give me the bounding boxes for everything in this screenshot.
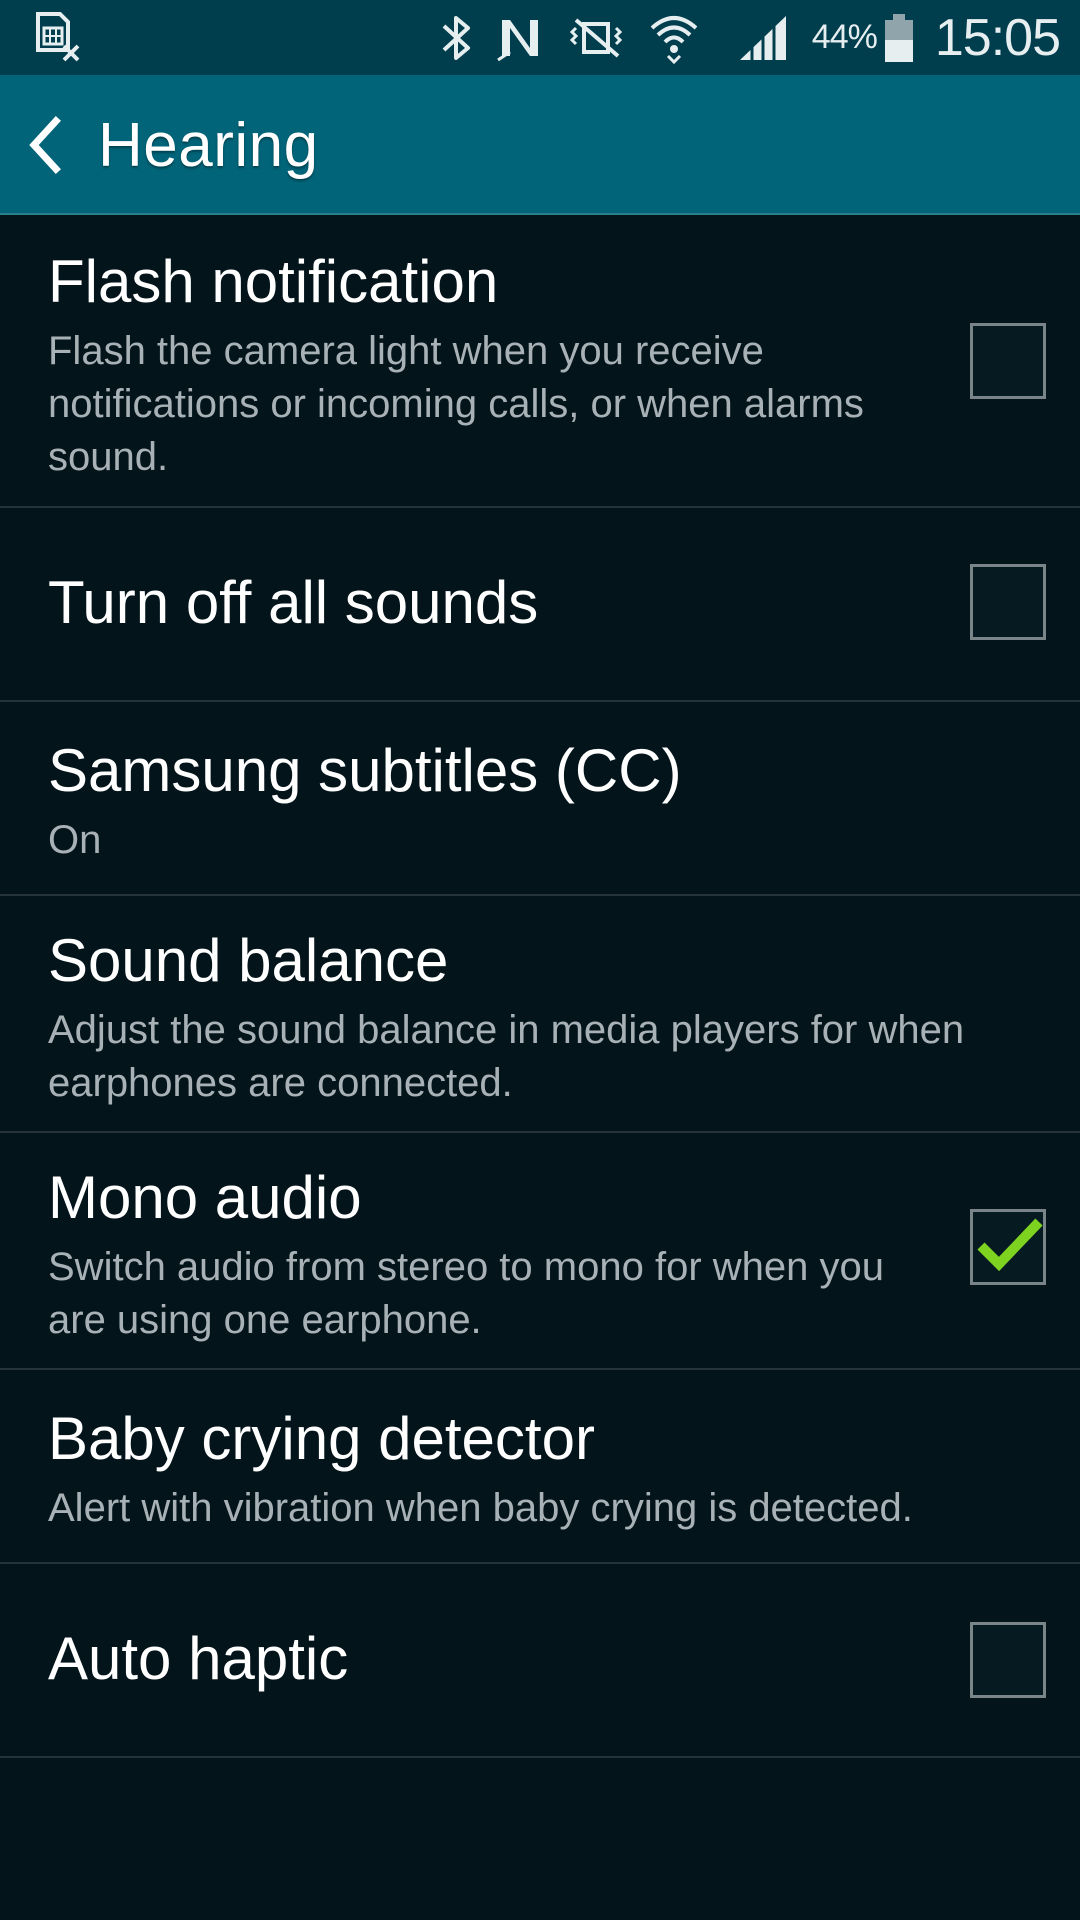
sim-card-no-service-icon: [34, 12, 84, 62]
setting-title: Mono audio: [48, 1164, 362, 1231]
settings-list: Flash notification Flash the camera ligh…: [0, 215, 1080, 1758]
setting-turn-off-all-sounds[interactable]: Turn off all sounds: [0, 508, 1080, 702]
setting-baby-crying-detector[interactable]: Baby crying detector Alert with vibratio…: [0, 1370, 1080, 1564]
setting-title: Flash notification: [48, 248, 499, 315]
setting-flash-notification[interactable]: Flash notification Flash the camera ligh…: [0, 215, 1080, 508]
setting-mono-audio[interactable]: Mono audio Switch audio from stereo to m…: [0, 1133, 1080, 1370]
page-title: Hearing: [98, 111, 319, 180]
action-bar: Hearing: [0, 75, 1080, 215]
setting-summary: Alert with vibration when baby crying is…: [48, 1486, 913, 1530]
mono-audio-checkbox[interactable]: [970, 1209, 1046, 1285]
flash-notification-checkbox[interactable]: [970, 323, 1046, 399]
turn-off-all-sounds-checkbox[interactable]: [970, 564, 1046, 640]
bluetooth-icon: [440, 12, 474, 64]
setting-auto-haptic[interactable]: Auto haptic: [0, 1564, 1080, 1758]
auto-haptic-checkbox[interactable]: [970, 1622, 1046, 1698]
clock: 15:05: [934, 8, 1061, 67]
setting-samsung-subtitles[interactable]: Samsung subtitles (CC) On: [0, 702, 1080, 896]
setting-title: Samsung subtitles (CC): [48, 737, 682, 804]
wifi-icon: [648, 12, 700, 64]
setting-title: Sound balance: [48, 927, 449, 994]
setting-title: Turn off all sounds: [48, 569, 539, 636]
setting-summary: Switch audio from stereo to mono for whe…: [48, 1245, 884, 1342]
setting-sound-balance[interactable]: Sound balance Adjust the sound balance i…: [0, 896, 1080, 1133]
setting-summary: Flash the camera light when you receive …: [48, 329, 864, 479]
setting-title: Baby crying detector: [48, 1405, 595, 1472]
status-bar: 44% 15:05: [0, 0, 1080, 75]
signal-icon: [738, 12, 788, 64]
setting-summary: On: [48, 818, 102, 862]
setting-title: Auto haptic: [48, 1625, 349, 1692]
vibrate-mute-icon: [566, 12, 626, 64]
battery-percent: 44%: [811, 18, 878, 56]
back-button[interactable]: [14, 103, 84, 187]
setting-summary: Adjust the sound balance in media player…: [48, 1008, 965, 1105]
chevron-left-icon: [14, 116, 84, 191]
nfc-icon: [496, 12, 544, 64]
battery-icon: [883, 12, 915, 64]
